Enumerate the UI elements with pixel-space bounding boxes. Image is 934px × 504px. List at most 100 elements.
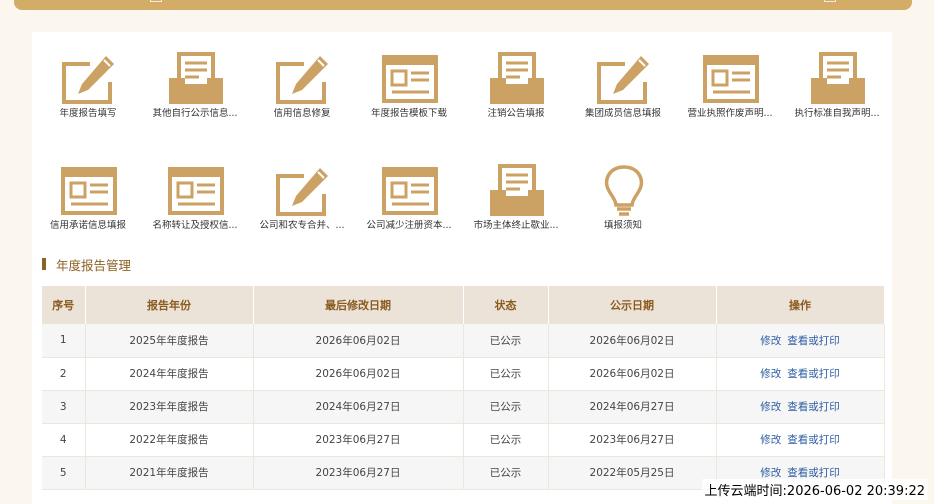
last-modified-date: 2024年06月27日 <box>253 390 464 424</box>
service-tile[interactable]: 营业执照作废声明... <box>680 44 780 144</box>
edit-link[interactable]: 修改 <box>760 467 781 479</box>
inbox-tray-icon <box>167 52 225 106</box>
service-tile[interactable]: 填报须知 <box>573 156 673 256</box>
document-form-icon <box>167 164 225 218</box>
view-print-link[interactable]: 查看或打印 <box>787 335 840 347</box>
report-year: 2023年年度报告 <box>85 390 254 424</box>
service-tile-label: 市场主体终止歇业... <box>473 220 559 231</box>
status: 已公示 <box>463 357 549 391</box>
status: 已公示 <box>463 423 549 457</box>
row-index: 5 <box>42 456 86 490</box>
inbox-tray-icon <box>809 52 867 106</box>
table-row: 4 2022年年度报告 2023年06月27日 已公示 2023年06月27日 修改 查看或… <box>42 423 885 457</box>
report-year: 2024年年度报告 <box>85 357 254 391</box>
table-row: 2 2024年年度报告 2026年06月02日 已公示 2026年06月02日 修改 查看或… <box>42 357 885 391</box>
row-actions: 修改 查看或打印 <box>716 390 885 424</box>
document-form-icon <box>702 52 760 106</box>
lightbulb-icon <box>595 164 653 218</box>
inbox-tray-icon <box>488 52 546 106</box>
publish-date: 2022年05月25日 <box>548 456 717 490</box>
last-modified-date: 2026年06月02日 <box>253 324 464 358</box>
view-print-link[interactable]: 查看或打印 <box>787 434 840 446</box>
service-tile-label: 名称转让及授权信... <box>152 220 238 231</box>
service-tile[interactable]: 信用信息修复 <box>252 44 352 144</box>
table-header-row: 序号 报告年份 最后修改日期 状态 公示日期 操作 <box>42 286 885 324</box>
row-actions: 修改 查看或打印 <box>716 423 885 457</box>
section-marker <box>42 258 46 270</box>
service-tile-label: 信用信息修复 <box>273 108 331 119</box>
table-row: 3 2023年年度报告 2024年06月27日 已公示 2024年06月27日 修改 查看或… <box>42 390 885 424</box>
inbox-tray-icon <box>488 164 546 218</box>
view-print-link[interactable]: 查看或打印 <box>787 467 840 479</box>
service-tile[interactable]: 名称转让及授权信... <box>145 156 245 256</box>
service-tile-label: 填报须知 <box>603 220 642 231</box>
row-actions: 修改 查看或打印 <box>716 357 885 391</box>
report-year: 2022年年度报告 <box>85 423 254 457</box>
view-print-link[interactable]: 查看或打印 <box>787 401 840 413</box>
service-tile-label: 执行标准自我声明... <box>794 108 880 119</box>
pencil-edit-icon <box>274 52 332 106</box>
service-tile-label: 其他自行公示信息... <box>152 108 238 119</box>
service-tile[interactable]: 其他自行公示信息... <box>145 44 245 144</box>
status: 已公示 <box>463 456 549 490</box>
last-modified-date: 2026年06月02日 <box>253 357 464 391</box>
service-tile[interactable]: 执行标准自我声明... <box>787 44 887 144</box>
service-tile-label: 公司减少注册资本... <box>366 220 452 231</box>
report-year: 2021年年度报告 <box>85 456 254 490</box>
service-tile[interactable]: 年度报告模板下载 <box>359 44 459 144</box>
table-row: 1 2025年年度报告 2026年06月02日 已公示 2026年06月02日 修改 查看或… <box>42 324 885 358</box>
row-index: 1 <box>42 324 86 358</box>
publish-date: 2026年06月02日 <box>548 324 717 358</box>
service-tile[interactable]: 注销公告填报 <box>466 44 566 144</box>
section-header: 年度报告管理 <box>42 256 132 273</box>
service-tile-label: 公司和农专合并、... <box>259 220 345 231</box>
status: 已公示 <box>463 324 549 358</box>
publish-date: 2026年06月02日 <box>548 357 717 391</box>
status: 已公示 <box>463 390 549 424</box>
column-header: 操作 <box>716 286 885 324</box>
document-form-icon <box>381 164 439 218</box>
column-header: 最后修改日期 <box>253 286 464 324</box>
row-actions: 修改 查看或打印 <box>716 324 885 358</box>
edit-link[interactable]: 修改 <box>760 401 781 413</box>
row-index: 2 <box>42 357 86 391</box>
document-icon[interactable] <box>824 0 836 2</box>
column-header: 报告年份 <box>85 286 254 324</box>
publish-date: 2024年06月27日 <box>548 390 717 424</box>
service-tile-label: 营业执照作废声明... <box>687 108 773 119</box>
document-form-icon <box>381 52 439 106</box>
service-tile[interactable]: 年度报告填写 <box>38 44 138 144</box>
service-tile[interactable]: 市场主体终止歇业... <box>466 156 566 256</box>
view-print-link[interactable]: 查看或打印 <box>787 368 840 380</box>
section-title: 年度报告管理 <box>56 257 132 273</box>
edit-link[interactable]: 修改 <box>760 368 781 380</box>
service-tile-label: 年度报告填写 <box>59 108 117 119</box>
top-toolbar <box>14 0 912 10</box>
document-icon[interactable] <box>150 0 162 2</box>
pencil-edit-icon <box>274 164 332 218</box>
service-tile[interactable]: 公司减少注册资本... <box>359 156 459 256</box>
last-modified-date: 2023年06月27日 <box>253 423 464 457</box>
upload-timestamp: 上传云端时间:2026-06-02 20:39:22 <box>701 479 928 500</box>
publish-date: 2023年06月27日 <box>548 423 717 457</box>
report-year: 2025年年度报告 <box>85 324 254 358</box>
service-tile[interactable]: 公司和农专合并、... <box>252 156 352 256</box>
annual-report-table: 序号 报告年份 最后修改日期 状态 公示日期 操作 1 2025年年度报告 2026… <box>42 286 885 490</box>
column-header: 状态 <box>463 286 549 324</box>
column-header: 序号 <box>42 286 86 324</box>
row-index: 3 <box>42 390 86 424</box>
service-tile[interactable]: 集团成员信息填报 <box>573 44 673 144</box>
pencil-edit-icon <box>60 52 118 106</box>
edit-link[interactable]: 修改 <box>760 434 781 446</box>
pencil-edit-icon <box>595 52 653 106</box>
document-form-icon <box>60 164 118 218</box>
edit-link[interactable]: 修改 <box>760 335 781 347</box>
service-tile-label: 注销公告填报 <box>487 108 545 119</box>
column-header: 公示日期 <box>548 286 717 324</box>
service-tile[interactable]: 信用承诺信息填报 <box>38 156 138 256</box>
service-tile-label: 年度报告模板下载 <box>370 108 447 119</box>
last-modified-date: 2023年06月27日 <box>253 456 464 490</box>
service-tile-label: 集团成员信息填报 <box>584 108 661 119</box>
row-index: 4 <box>42 423 86 457</box>
service-tile-label: 信用承诺信息填报 <box>49 220 126 231</box>
